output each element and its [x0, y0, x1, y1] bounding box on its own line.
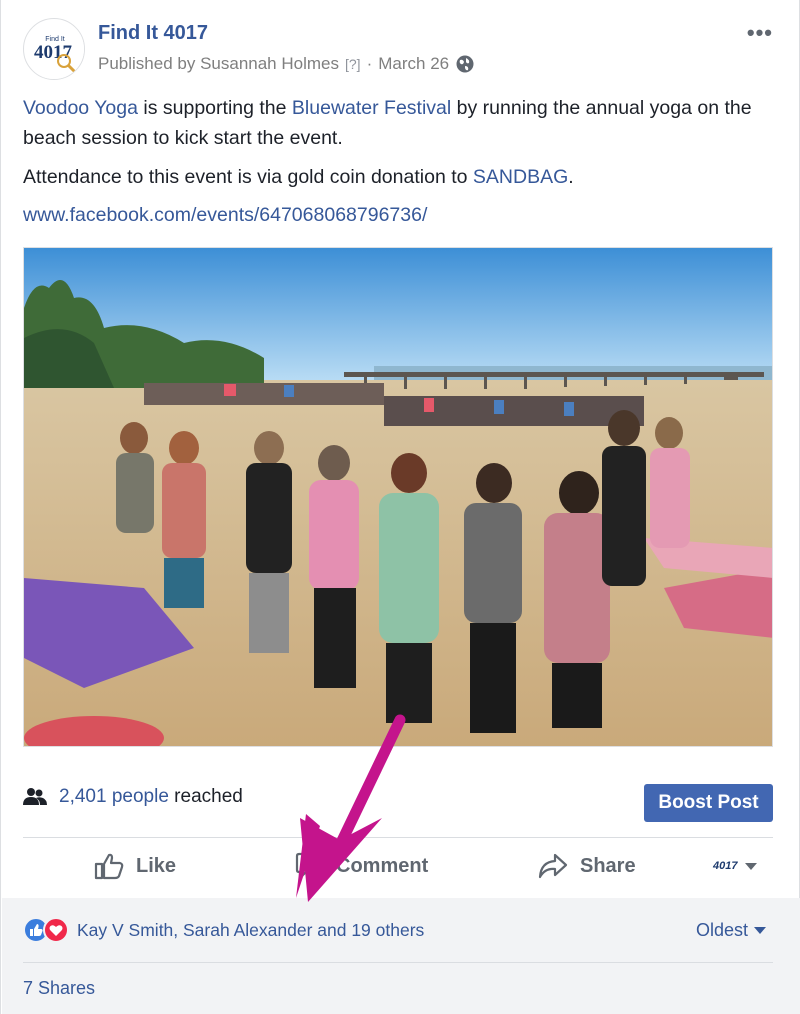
post-date[interactable]: March 26 — [378, 54, 449, 74]
event-url-link[interactable]: www.facebook.com/events/647068068796736/ — [23, 200, 427, 230]
comment-button[interactable]: Comment — [294, 852, 428, 880]
page-name-link[interactable]: Find It 4017 — [98, 22, 208, 45]
post-photo[interactable] — [23, 247, 773, 747]
comment-label: Comment — [336, 854, 429, 877]
comment-sort-dropdown[interactable]: Oldest — [696, 920, 767, 941]
like-label: Like — [136, 854, 177, 877]
love-reaction-icon — [43, 917, 69, 943]
text-fragment: . — [568, 166, 574, 188]
help-marker[interactable]: [?] — [345, 56, 361, 72]
divider — [23, 962, 773, 963]
caret-down-icon — [745, 862, 757, 870]
svg-text:4017: 4017 — [34, 42, 73, 63]
more-icon[interactable]: ••• — [747, 20, 773, 46]
reach-stats: 2,401 people reached — [23, 786, 243, 808]
page-selector[interactable]: 4017 — [713, 856, 757, 876]
reach-count-link[interactable]: 2,401 people — [59, 786, 169, 807]
reach-label: reached — [174, 786, 243, 807]
sort-label: Oldest — [696, 920, 749, 940]
divider — [23, 837, 773, 838]
page-selector-logo: 4017 — [713, 860, 738, 872]
shares-link[interactable]: 7 Shares — [23, 978, 95, 999]
voodoo-yoga-link[interactable]: Voodoo Yoga — [23, 97, 138, 119]
post-text-line-1: Voodoo Yoga is supporting the Bluewater … — [23, 93, 763, 153]
reactions-area — [2, 898, 800, 1014]
text-fragment: Attendance to this event is via gold coi… — [23, 166, 473, 188]
people-icon — [23, 788, 47, 805]
boost-post-button[interactable]: Boost Post — [644, 784, 773, 822]
post-card: Find It 4017 Find It 4017 Published by S… — [0, 0, 800, 1014]
share-label: Share — [580, 854, 636, 877]
caret-down-icon — [754, 927, 767, 934]
text-fragment: is supporting the — [137, 97, 292, 119]
globe-icon[interactable] — [455, 54, 475, 74]
like-button[interactable]: Like — [94, 852, 176, 880]
like-icon — [94, 853, 124, 880]
reactions-summary[interactable]: Kay V Smith, Sarah Alexander and 19 othe… — [23, 917, 424, 943]
reaction-names[interactable]: Kay V Smith, Sarah Alexander and 19 othe… — [77, 920, 424, 941]
post-text-line-2: Attendance to this event is via gold coi… — [23, 162, 574, 192]
meta-separator: · — [366, 54, 373, 73]
share-icon — [538, 853, 568, 879]
bluewater-festival-link[interactable]: Bluewater Festival — [292, 97, 451, 119]
post-meta: Published by Susannah Holmes [?] · March… — [98, 54, 475, 74]
action-bar: Like Comment Share 4017 — [1, 840, 800, 896]
page-avatar[interactable]: Find It 4017 — [23, 18, 85, 80]
published-by[interactable]: Published by Susannah Holmes — [98, 54, 339, 74]
share-button[interactable]: Share — [538, 852, 636, 880]
comment-icon — [295, 852, 323, 880]
reach-text: 2,401 people reached — [59, 786, 243, 808]
sandbag-link[interactable]: SANDBAG — [473, 166, 568, 188]
event-url[interactable]: www.facebook.com/events/647068068796736/ — [23, 204, 427, 226]
